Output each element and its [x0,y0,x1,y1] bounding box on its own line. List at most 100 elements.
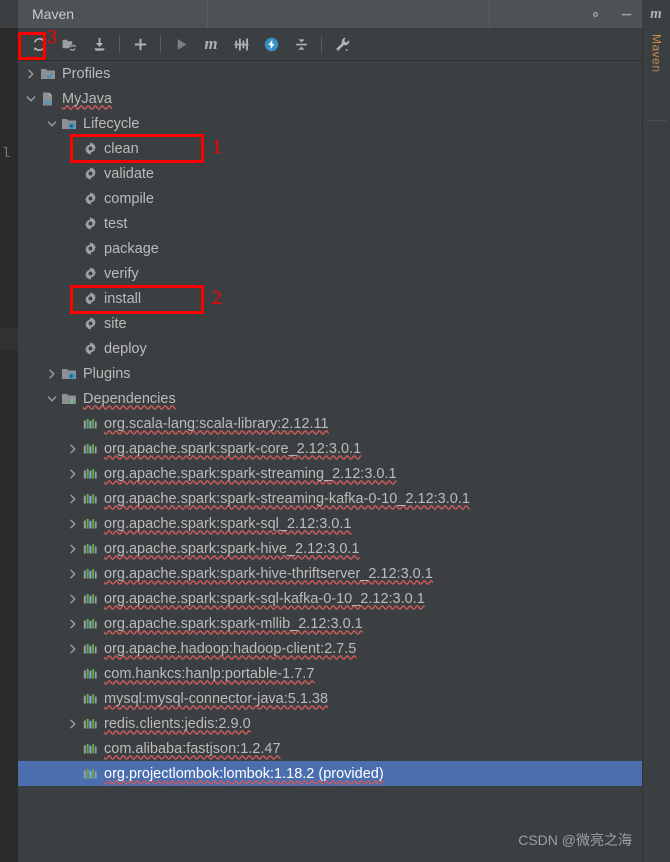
dependency-bars-icon [80,611,100,636]
generate-sources-button[interactable] [54,30,84,58]
dependency-bars-icon [80,561,100,586]
tree-row[interactable]: com.hankcs:hanlp:portable-1.7.7 [18,661,642,686]
tree-row[interactable]: validate [18,161,642,186]
tree-row[interactable]: mysql:mysql-connector-java:5.1.38 [18,686,642,711]
tree-row[interactable]: org.apache.spark:spark-sql_2.12:3.0.1 [18,511,642,536]
tree-row-label: org.apache.spark:spark-sql_2.12:3.0.1 [104,515,352,532]
tree-row-label: org.apache.spark:spark-sql-kafka-0-10_2.… [104,590,425,607]
chevron-right-icon[interactable] [66,536,80,561]
tab-maven-label: Maven [32,6,75,22]
gear-icon[interactable] [588,7,603,22]
right-strip-maven-button[interactable]: Maven [650,34,664,73]
collapse-all-button[interactable] [286,30,316,58]
dependency-bars-icon [80,686,100,711]
tree-row[interactable]: org.apache.spark:spark-hive_2.12:3.0.1 [18,536,642,561]
tree-row[interactable]: Lifecycle [18,111,642,136]
tree-row-label: site [104,315,127,332]
tree-row-label: clean [104,140,139,157]
chevron-right-icon[interactable] [66,561,80,586]
goal-gear-icon [80,186,100,211]
tree-row[interactable]: com.alibaba:fastjson:1.2.47 [18,736,642,761]
tree-row[interactable]: site [18,311,642,336]
tree-row[interactable]: Dependencies [18,386,642,411]
reload-all-maven-projects-button[interactable] [24,30,54,58]
maven-settings-button[interactable] [327,30,357,58]
tree-row[interactable]: org.apache.spark:spark-streaming-kafka-0… [18,486,642,511]
chevron-down-icon[interactable] [45,386,59,411]
chevron-right-icon[interactable] [45,361,59,386]
tree-row[interactable]: install [18,286,642,311]
titlebar-spacer [208,0,490,28]
chevron-right-icon[interactable] [66,511,80,536]
chevron-right-icon[interactable] [66,461,80,486]
right-strip-divider [647,120,667,121]
tree-row[interactable]: m MyJava [18,86,642,111]
chevron-right-icon[interactable] [66,436,80,461]
chevron-right-icon[interactable] [66,486,80,511]
svg-text:m: m [45,98,51,107]
tree-row[interactable]: org.scala-lang:scala-library:2.12.11 [18,411,642,436]
minimize-icon[interactable] [619,7,634,22]
tree-row[interactable]: org.apache.spark:spark-mllib_2.12:3.0.1 [18,611,642,636]
tree-row[interactable]: clean [18,136,642,161]
download-sources-button[interactable] [84,30,114,58]
wrench-icon [335,37,349,51]
tree-row-label: org.apache.spark:spark-mllib_2.12:3.0.1 [104,615,363,632]
chevron-right-icon[interactable] [66,711,80,736]
tree-row[interactable]: org.projectlombok:lombok:1.18.2 (provide… [18,761,642,786]
run-triangle-icon [177,38,186,50]
maven-tree[interactable]: Profiles m MyJava Lifecycle clean validate com… [18,61,642,862]
goal-gear-icon [80,311,100,336]
titlebar-maven-glyph-holder: m [642,0,670,28]
titlebar-spacer-2 [490,0,580,28]
toggle-offline-button[interactable] [256,30,286,58]
tree-row-label: install [104,290,142,307]
chevron-right-icon[interactable] [24,61,38,86]
dependency-bars-icon [80,486,100,511]
tree-row[interactable]: verify [18,261,642,286]
tree-row[interactable]: org.apache.spark:spark-streaming_2.12:3.… [18,461,642,486]
dependency-bars-icon [80,636,100,661]
add-maven-project-button[interactable] [125,30,155,58]
tree-row-label: org.apache.spark:spark-streaming-kafka-0… [104,490,470,507]
toolbar-divider-3 [321,35,322,53]
tab-maven[interactable]: Maven [18,0,208,28]
goal-gear-icon [80,236,100,261]
chevron-right-icon[interactable] [66,611,80,636]
chevron-right-icon[interactable] [66,586,80,611]
tree-row[interactable]: compile [18,186,642,211]
dependency-bars-icon [80,661,100,686]
tree-row[interactable]: deploy [18,336,642,361]
tree-row[interactable]: package [18,236,642,261]
execute-maven-goal-button[interactable]: m [196,30,226,58]
tree-row-label: org.apache.spark:spark-core_2.12:3.0.1 [104,440,362,457]
chevron-right-icon[interactable] [66,636,80,661]
run-button[interactable] [166,30,196,58]
tree-row[interactable]: Plugins [18,361,642,386]
collapse-all-icon [295,38,307,50]
goal-gear-icon [80,336,100,361]
tree-row[interactable]: org.apache.spark:spark-hive-thriftserver… [18,561,642,586]
tree-row[interactable]: org.apache.spark:spark-core_2.12:3.0.1 [18,436,642,461]
tree-row-label: compile [104,190,154,207]
chevron-down-icon[interactable] [45,111,59,136]
toggle-skip-tests-button[interactable] [226,30,256,58]
tree-row[interactable]: Profiles [18,61,642,86]
tree-row[interactable]: org.apache.hadoop:hadoop-client:2.7.5 [18,636,642,661]
chevron-down-icon[interactable] [24,86,38,111]
maven-project-icon: m [38,86,58,111]
titlebar-left-pad [0,0,18,28]
tree-row[interactable]: org.apache.spark:spark-sql-kafka-0-10_2.… [18,586,642,611]
tree-row[interactable]: test [18,211,642,236]
tree-row[interactable]: redis.clients:jedis:2.9.0 [18,711,642,736]
tree-row-label: org.apache.spark:spark-streaming_2.12:3.… [104,465,397,482]
tree-row-label: deploy [104,340,147,357]
toolbar-divider-1 [119,35,120,53]
plugins-folder-icon [59,361,79,386]
